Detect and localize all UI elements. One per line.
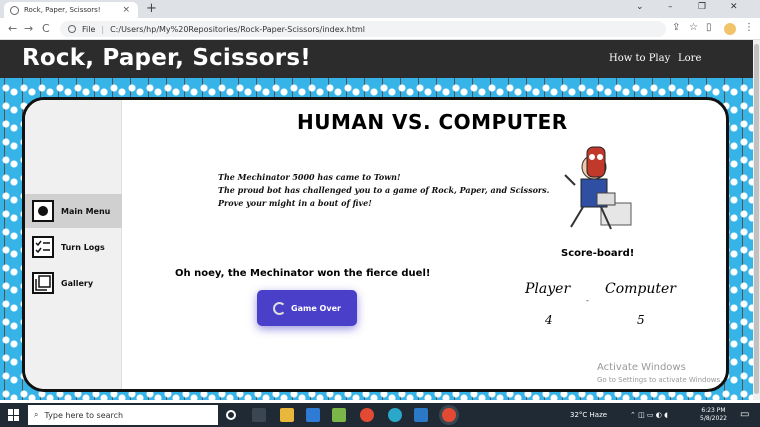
weather-indicator[interactable]: 32°C Haze	[570, 411, 607, 419]
address-scheme: File	[82, 24, 96, 34]
info-icon[interactable]	[68, 25, 76, 33]
checklist-icon	[32, 236, 54, 258]
back-button[interactable]: ←	[8, 22, 17, 35]
notification-icon[interactable]: ▭	[740, 409, 749, 420]
sidebar-item-label: Gallery	[61, 278, 94, 288]
refresh-icon	[273, 301, 287, 315]
taskbar-clock[interactable]: 6:23 PM 5/8/2022	[700, 407, 727, 423]
tab-search-icon[interactable]: ⌄	[636, 2, 644, 12]
chrome-icon[interactable]	[360, 408, 374, 422]
tab-close-icon[interactable]: ×	[122, 5, 130, 15]
intro-text: The Mechinator 5000 has came to Town! Th…	[218, 171, 549, 210]
clock-date: 5/8/2022	[700, 415, 727, 422]
browser-tabstrip: Rock, Paper, Scissors! × + ⌄ – ❐ ✕	[0, 0, 760, 18]
nav-lore[interactable]: Lore	[678, 53, 701, 64]
page-heading: HUMAN VS. COMPUTER	[297, 110, 568, 134]
activate-windows-title: Activate Windows	[597, 362, 686, 373]
site-title: Rock, Paper, Scissors!	[22, 45, 311, 71]
edge-icon[interactable]	[388, 408, 402, 422]
browser-tab[interactable]: Rock, Paper, Scissors! ×	[4, 2, 138, 18]
cortana-icon[interactable]	[226, 410, 236, 420]
computer-score: 5	[637, 313, 645, 327]
scoreboard-title: Score-board!	[561, 248, 635, 259]
record-icon	[32, 200, 54, 222]
intro-line: Prove your might in a bout of five!	[218, 198, 372, 208]
globe-icon	[10, 5, 19, 15]
activate-windows-subtitle: Go to Settings to activate Windows.	[597, 376, 723, 384]
game-over-label: Game Over	[291, 303, 341, 313]
chrome-active-icon[interactable]	[442, 408, 456, 422]
profile-avatar[interactable]	[724, 23, 736, 35]
task-view-icon[interactable]	[252, 408, 266, 422]
intro-line: The proud bot has challenged you to a ga…	[218, 185, 550, 195]
file-explorer-icon[interactable]	[280, 408, 294, 422]
window-maximize-button[interactable]: ❐	[698, 2, 706, 12]
vscode-icon[interactable]	[414, 408, 428, 422]
forward-button[interactable]: →	[24, 22, 33, 35]
browser-menu-icon[interactable]: ⋮	[744, 22, 754, 33]
mail-icon[interactable]	[306, 408, 320, 422]
address-bar[interactable]: File | C:/Users/hp/My%20Repositories/Roc…	[60, 21, 666, 37]
site-header: Rock, Paper, Scissors! How to Play Lore	[0, 40, 753, 78]
bookmark-star-icon[interactable]: ☆	[689, 22, 698, 33]
sidebar-item-main-menu[interactable]: Main Menu	[25, 194, 122, 228]
new-tab-button[interactable]: +	[146, 1, 157, 16]
share-icon[interactable]: ⇪	[672, 22, 680, 33]
search-icon: ⌕	[34, 410, 39, 419]
clock-time: 6:23 PM	[701, 407, 726, 414]
window-close-button[interactable]: ✕	[730, 2, 738, 12]
search-placeholder: Type here to search	[44, 410, 124, 420]
windows-taskbar: ⌕ Type here to search 32°C Haze ⌃ ◫ ▭ ◐ …	[0, 403, 760, 427]
computer-label: Computer	[605, 281, 676, 297]
sidebar-item-label: Main Menu	[61, 206, 111, 216]
scrollbar-thumb[interactable]	[754, 44, 759, 394]
address-url[interactable]: C:/Users/hp/My%20Repositories/Rock-Paper…	[110, 25, 365, 34]
nav-how-to-play[interactable]: How to Play	[609, 53, 670, 64]
tray-icons[interactable]: ⌃ ◫ ▭ ◐ ◖	[630, 411, 668, 419]
gallery-icon	[32, 272, 54, 294]
page-scrollbar[interactable]	[753, 40, 760, 400]
intro-line: The Mechinator 5000 has came to Town!	[218, 172, 401, 182]
reload-button[interactable]: C	[42, 22, 50, 35]
sidebar-panel-icon[interactable]: ▯	[706, 22, 712, 33]
store-icon[interactable]	[332, 408, 346, 422]
sidebar-item-turn-logs[interactable]: Turn Logs	[25, 230, 122, 264]
sidebar: Main Menu Turn Logs Gallery	[25, 100, 122, 389]
game-card: Main Menu Turn Logs Gallery HUMAN VS. CO…	[22, 97, 729, 392]
start-button[interactable]	[8, 409, 20, 421]
browser-toolbar: ← → C File | C:/Users/hp/My%20Repositori…	[0, 18, 760, 40]
result-message: Oh noey, the Mechinator won the fierce d…	[175, 268, 431, 279]
game-over-button[interactable]: Game Over	[257, 290, 357, 326]
sidebar-item-label: Turn Logs	[61, 242, 105, 252]
address-separator: |	[101, 24, 105, 34]
player-label: Player	[525, 281, 571, 297]
player-score: 4	[545, 313, 553, 327]
score-separator: -	[586, 296, 589, 305]
mechinator-illustration	[564, 146, 632, 230]
window-minimize-button[interactable]: –	[668, 2, 673, 12]
sidebar-item-gallery[interactable]: Gallery	[25, 266, 122, 300]
taskbar-search[interactable]: ⌕ Type here to search	[28, 405, 218, 425]
tab-title: Rock, Paper, Scissors!	[24, 6, 101, 14]
